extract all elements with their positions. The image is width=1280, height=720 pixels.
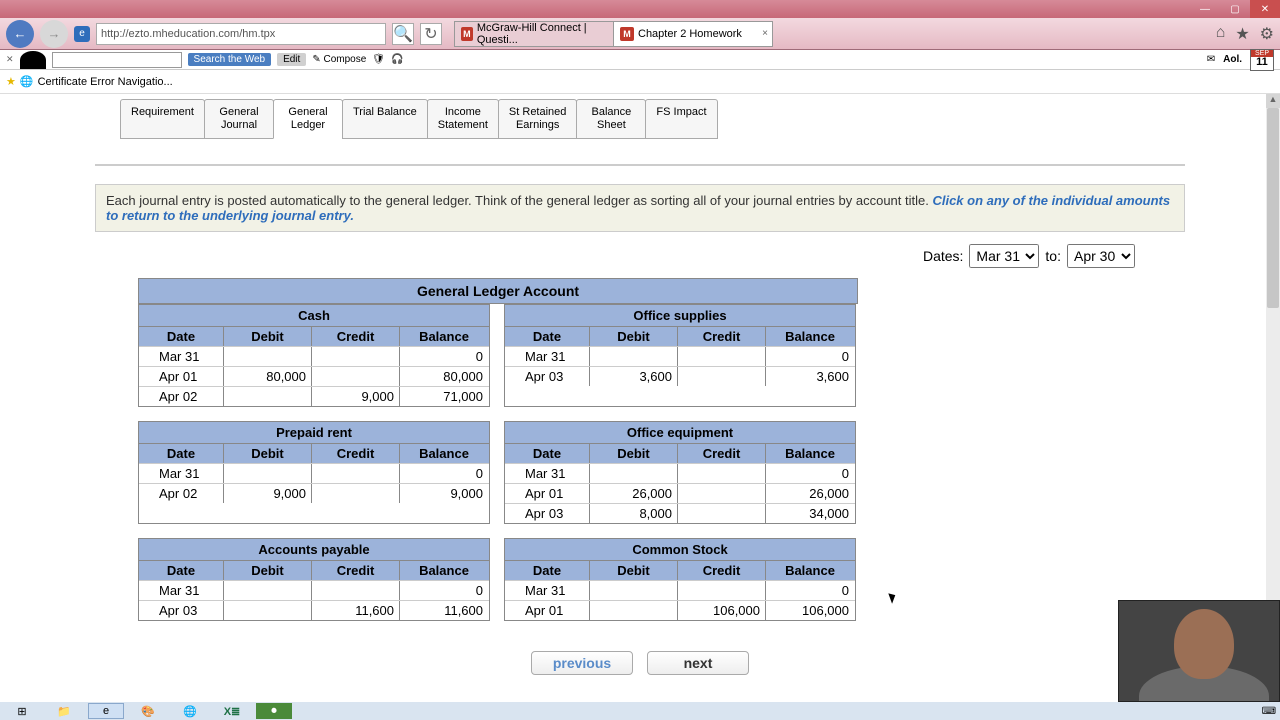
account-title: Prepaid rent	[139, 422, 489, 444]
star-icon[interactable]: ★	[6, 75, 16, 88]
calendar-icon[interactable]: SEP 11	[1250, 49, 1274, 71]
tab-general-ledger[interactable]: General Ledger	[273, 99, 343, 139]
browser-nav: ← → e http://ezto.mheducation.com/hm.tpx…	[0, 18, 1280, 50]
ie-icon: e	[74, 26, 90, 42]
ledger-row[interactable]: Apr 029,00071,000	[139, 386, 489, 406]
mail-icon[interactable]: ✉	[1207, 54, 1215, 65]
ledger-row[interactable]: Mar 310	[505, 463, 855, 483]
worksheet-tabs: Requirement General Journal General Ledg…	[120, 99, 1280, 139]
globe-icon: 🌐	[20, 75, 34, 88]
ledger-main-header: General Ledger Account	[138, 278, 858, 304]
tab-title: McGraw-Hill Connect | Questi...	[477, 22, 607, 46]
window-titlebar: — ▢ ✕	[0, 0, 1280, 18]
tab-requirement[interactable]: Requirement	[120, 99, 205, 139]
refresh-button[interactable]: ↻	[420, 23, 442, 45]
chrome-icon[interactable]: 🌐	[172, 703, 208, 719]
bookmark-item[interactable]: Certificate Error Navigatio...	[38, 76, 173, 88]
tab-title: Chapter 2 Homework	[638, 28, 742, 40]
search-icon[interactable]: 🔍	[392, 23, 414, 45]
app-icon[interactable]: 🎨	[130, 703, 166, 719]
favorites-icon[interactable]: ★	[1235, 24, 1249, 44]
close-icon[interactable]: ×	[762, 28, 768, 39]
ledger-account: CashDateDebitCreditBalanceMar 310Apr 018…	[138, 304, 490, 407]
date-from-select[interactable]: Mar 31	[969, 244, 1039, 268]
tab-general-journal[interactable]: General Journal	[204, 99, 274, 139]
scroll-up-icon[interactable]: ▲	[1266, 94, 1280, 108]
aol-search-input[interactable]	[52, 52, 182, 68]
browser-tab-2[interactable]: M Chapter 2 Homework ×	[613, 21, 773, 47]
account-title: Office supplies	[505, 305, 855, 327]
windows-taskbar: ⊞ 📁 e 🎨 🌐 X≣ ⏺ ⌨	[0, 702, 1280, 720]
address-bar[interactable]: http://ezto.mheducation.com/hm.tpx	[96, 23, 386, 45]
ledger-row[interactable]: Apr 01106,000106,000	[505, 600, 855, 620]
account-title: Common Stock	[505, 539, 855, 561]
browser-tab-1[interactable]: M McGraw-Hill Connect | Questi...	[454, 21, 614, 47]
ledger-account: Office equipmentDateDebitCreditBalanceMa…	[504, 421, 856, 524]
close-button[interactable]: ✕	[1250, 0, 1280, 18]
ledger-row[interactable]: Mar 310	[139, 346, 489, 366]
home-icon[interactable]: ⌂	[1216, 24, 1226, 44]
ie-taskbar-icon[interactable]: e	[88, 703, 124, 719]
excel-icon[interactable]: X≣	[214, 703, 250, 719]
date-filter: Dates: Mar 31 to: Apr 30	[95, 244, 1185, 268]
shield-icon[interactable]: 🛡	[372, 54, 385, 65]
headphones-icon[interactable]: 🎧	[391, 54, 403, 65]
instruction-text: Each journal entry is posted automatical…	[106, 193, 932, 208]
account-title: Accounts payable	[139, 539, 489, 561]
bookmarks-bar: ★ 🌐 Certificate Error Navigatio...	[0, 70, 1280, 94]
ledger-row[interactable]: Mar 310	[139, 463, 489, 483]
previous-button[interactable]: previous	[531, 651, 633, 675]
date-to-select[interactable]: Apr 30	[1067, 244, 1135, 268]
start-button[interactable]: ⊞	[4, 703, 40, 719]
forward-button[interactable]: →	[40, 20, 68, 48]
tab-trial-balance[interactable]: Trial Balance	[342, 99, 428, 139]
minimize-button[interactable]: —	[1190, 0, 1220, 18]
explorer-icon[interactable]: 📁	[46, 703, 82, 719]
compose-button[interactable]: ✎ Compose	[312, 54, 366, 65]
search-web-button[interactable]: Search the Web	[188, 53, 272, 66]
tab-retained-earnings[interactable]: St Retained Earnings	[498, 99, 577, 139]
tab-icon: M	[461, 27, 473, 41]
keyboard-icon[interactable]: ⌨	[1262, 706, 1276, 717]
dates-label: Dates:	[923, 248, 963, 264]
ledger-row[interactable]: Apr 033,6003,600	[505, 366, 855, 386]
ledger-account: Office suppliesDateDebitCreditBalanceMar…	[504, 304, 856, 407]
ledger-account: Common StockDateDebitCreditBalanceMar 31…	[504, 538, 856, 621]
account-title: Office equipment	[505, 422, 855, 444]
webcam-overlay	[1118, 600, 1280, 702]
next-button[interactable]: next	[647, 651, 749, 675]
camtasia-icon[interactable]: ⏺	[256, 703, 292, 719]
ledger-account: Accounts payableDateDebitCreditBalanceMa…	[138, 538, 490, 621]
page-content: Requirement General Journal General Ledg…	[0, 94, 1280, 720]
tab-balance-sheet[interactable]: Balance Sheet	[576, 99, 646, 139]
ledger-row[interactable]: Apr 0180,00080,000	[139, 366, 489, 386]
maximize-button[interactable]: ▢	[1220, 0, 1250, 18]
back-button[interactable]: ←	[6, 20, 34, 48]
tab-income-statement[interactable]: Income Statement	[427, 99, 499, 139]
tab-fs-impact[interactable]: FS Impact	[645, 99, 717, 139]
ledger-row[interactable]: Apr 0126,00026,000	[505, 483, 855, 503]
account-title: Cash	[139, 305, 489, 327]
aol-toolbar: ✕ Search the Web Edit ✎ Compose 🛡 🎧 ✉ Ao…	[0, 50, 1280, 70]
tab-icon: M	[620, 27, 634, 41]
scroll-thumb[interactable]	[1267, 108, 1279, 308]
close-toolbar-icon[interactable]: ✕	[6, 54, 14, 65]
ledger-row[interactable]: Apr 038,00034,000	[505, 503, 855, 523]
ledger-row[interactable]: Apr 029,0009,000	[139, 483, 489, 503]
ledger-row[interactable]: Mar 310	[505, 346, 855, 366]
ledger-row[interactable]: Mar 310	[139, 580, 489, 600]
ledger-row[interactable]: Apr 0311,60011,600	[139, 600, 489, 620]
edit-button[interactable]: Edit	[277, 53, 306, 66]
divider	[95, 164, 1185, 166]
instruction-box: Each journal entry is posted automatical…	[95, 184, 1185, 232]
ledger-row[interactable]: Mar 310	[505, 580, 855, 600]
ledger-account: Prepaid rentDateDebitCreditBalanceMar 31…	[138, 421, 490, 524]
aol-text: Aol.	[1223, 54, 1242, 65]
gear-icon[interactable]: ⚙	[1260, 24, 1274, 44]
to-label: to:	[1045, 248, 1061, 264]
aol-logo-icon	[20, 51, 46, 69]
